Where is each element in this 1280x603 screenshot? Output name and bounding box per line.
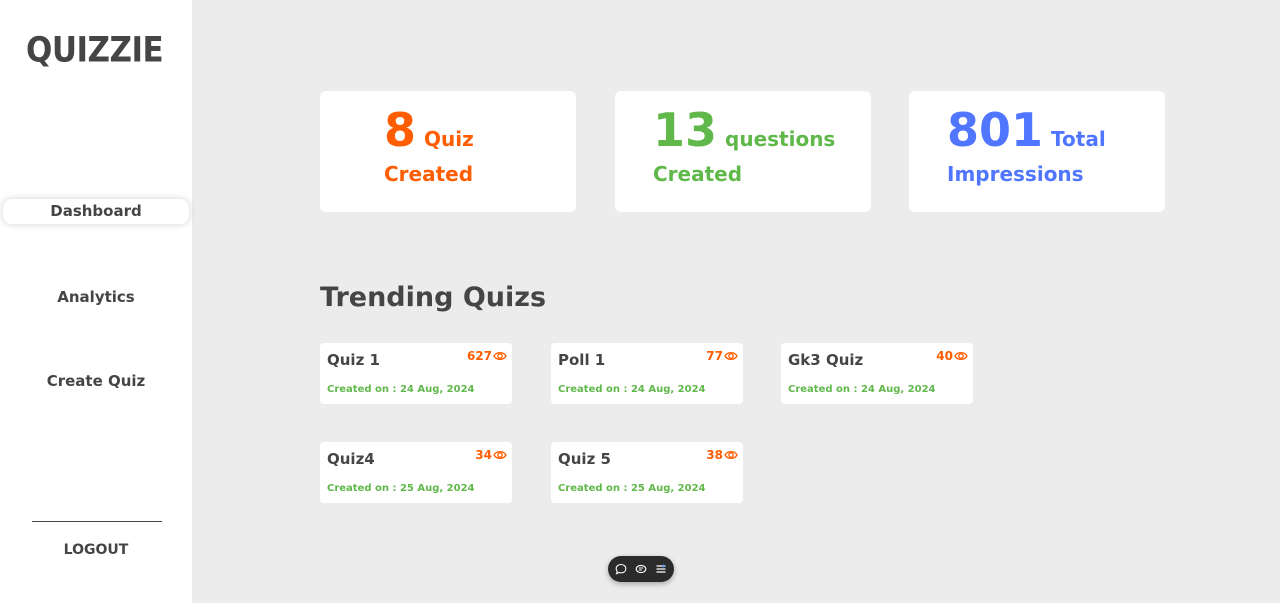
- quiz-views: 34: [475, 448, 507, 462]
- trending-quiz-card[interactable]: Quiz 1 627 Created on : 24 Aug, 2024: [320, 343, 512, 404]
- nav-item-dashboard[interactable]: Dashboard: [3, 199, 189, 224]
- stat-value: 801: [947, 103, 1044, 157]
- view-count: 40: [936, 349, 953, 363]
- quiz-views: 627: [467, 349, 507, 363]
- quiz-created-date: Created on : 25 Aug, 2024: [558, 483, 706, 494]
- quiz-name: Quiz4: [327, 450, 375, 468]
- stat-label: questions: [725, 127, 836, 151]
- stat-sublabel: Impressions: [947, 162, 1084, 186]
- quiz-created-date: Created on : 25 Aug, 2024: [327, 483, 475, 494]
- quiz-name: Quiz 1: [327, 351, 380, 369]
- stat-card-quiz: 8 Quiz Created: [320, 91, 576, 212]
- logout-button[interactable]: LOGOUT: [0, 542, 192, 558]
- eye-icon: [493, 450, 507, 460]
- view-count: 77: [706, 349, 723, 363]
- quiz-views: 38: [706, 448, 738, 462]
- stat-card-impressions: 801 Total Impressions: [909, 91, 1165, 212]
- comment-icon[interactable]: [615, 563, 628, 576]
- trending-title: Trending Quizs: [320, 282, 547, 313]
- stat-card-questions: 13 questions Created: [615, 91, 871, 212]
- menu-icon[interactable]: [655, 563, 668, 576]
- view-count: 34: [475, 448, 492, 462]
- stat-headline: 801 Total: [947, 103, 1106, 157]
- sidebar: QUIZZIE Dashboard Analytics Create Quiz …: [0, 0, 192, 603]
- quiz-name: Quiz 5: [558, 450, 611, 468]
- sidebar-divider: [32, 521, 162, 522]
- trending-quiz-card[interactable]: Poll 1 77 Created on : 24 Aug, 2024: [551, 343, 743, 404]
- nav-item-analytics[interactable]: Analytics: [0, 288, 192, 306]
- quiz-views: 40: [936, 349, 968, 363]
- quiz-created-date: Created on : 24 Aug, 2024: [327, 384, 475, 395]
- nav-item-create-quiz[interactable]: Create Quiz: [0, 372, 192, 390]
- trending-quiz-card[interactable]: Quiz4 34 Created on : 25 Aug, 2024: [320, 442, 512, 503]
- stat-headline: 8 Quiz: [384, 103, 474, 157]
- view-count: 627: [466, 349, 492, 363]
- quiz-created-date: Created on : 24 Aug, 2024: [558, 384, 706, 395]
- stat-label: Quiz: [424, 127, 474, 151]
- trending-quiz-card[interactable]: Quiz 5 38 Created on : 25 Aug, 2024: [551, 442, 743, 503]
- quiz-views: 77: [706, 349, 738, 363]
- quiz-name: Poll 1: [558, 351, 606, 369]
- chat-icon[interactable]: [635, 563, 648, 576]
- quiz-created-date: Created on : 24 Aug, 2024: [788, 384, 936, 395]
- eye-icon: [724, 450, 738, 460]
- floating-toolbar: [608, 556, 674, 582]
- stat-headline: 13 questions: [653, 103, 835, 157]
- quiz-name: Gk3 Quiz: [788, 351, 864, 369]
- trending-quiz-card[interactable]: Gk3 Quiz 40 Created on : 24 Aug, 2024: [781, 343, 973, 404]
- eye-icon: [493, 351, 507, 361]
- eye-icon: [954, 351, 968, 361]
- view-count: 38: [706, 448, 723, 462]
- stat-sublabel: Created: [653, 162, 743, 186]
- stat-sublabel: Created: [384, 162, 474, 186]
- stat-value: 8: [384, 103, 417, 157]
- stat-value: 13: [653, 103, 718, 157]
- eye-icon: [724, 351, 738, 361]
- app-logo: QUIZZIE: [26, 30, 164, 71]
- stat-label: Total: [1051, 127, 1106, 151]
